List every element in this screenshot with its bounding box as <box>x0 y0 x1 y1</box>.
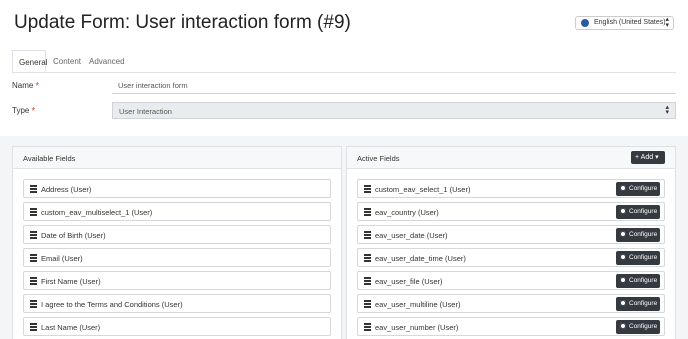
gear-icon <box>620 185 626 191</box>
active-fields-panel: Active Fields + Add ▾ custom_eav_select_… <box>346 146 676 339</box>
tab-advanced[interactable]: Advanced <box>89 50 125 72</box>
sort-caret-icon: ▴ ▾ <box>665 104 669 116</box>
list-item-label: custom_eav_select_1 (User) <box>375 185 471 194</box>
tab-content[interactable]: Content <box>53 50 81 72</box>
globe-icon <box>581 19 589 27</box>
name-label: Name * <box>12 81 40 92</box>
list-item[interactable]: Last Name (User) <box>23 317 331 336</box>
drag-handle-icon[interactable] <box>364 254 371 262</box>
list-item[interactable]: eav_user_multiline (User) Configure <box>357 294 665 313</box>
list-item[interactable]: custom_eav_select_1 (User) Configure <box>357 179 665 198</box>
list-item[interactable]: eav_user_file (User) Configure <box>357 271 665 290</box>
drag-handle-icon[interactable] <box>30 254 37 262</box>
drag-handle-icon[interactable] <box>30 185 37 193</box>
drag-handle-icon[interactable] <box>30 323 37 331</box>
list-item-label: I agree to the Terms and Conditions (Use… <box>41 300 183 309</box>
drag-handle-icon[interactable] <box>364 277 371 285</box>
panel-header: Active Fields + Add ▾ <box>347 147 675 169</box>
configure-button[interactable]: Configure <box>616 182 660 196</box>
tab-general[interactable]: General <box>12 50 47 72</box>
language-select-value: English (United States) <box>594 19 666 26</box>
type-select-value: User Interaction <box>119 107 172 116</box>
drag-handle-icon[interactable] <box>364 323 371 331</box>
form-card: General Content Advanced Name * User inte… <box>0 44 688 136</box>
list-item-label: Address (User) <box>41 185 92 194</box>
list-item[interactable]: eav_country (User) Configure <box>357 202 665 221</box>
configure-button[interactable]: Configure <box>616 274 660 288</box>
add-button-label: Add <box>640 154 654 161</box>
list-item-label: eav_user_date_time (User) <box>375 254 466 263</box>
list-item-label: custom_eav_multiselect_1 (User) <box>41 208 153 217</box>
add-field-button[interactable]: + Add ▾ <box>631 151 665 164</box>
name-input[interactable]: User interaction form <box>112 77 676 94</box>
chevron-down-icon: ▾ <box>655 154 659 161</box>
drag-handle-icon[interactable] <box>364 208 371 216</box>
list-item[interactable]: Address (User) <box>23 179 331 198</box>
drag-handle-icon[interactable] <box>30 208 37 216</box>
gear-icon <box>620 254 626 260</box>
list-item[interactable]: I agree to the Terms and Conditions (Use… <box>23 294 331 313</box>
list-item-label: Email (User) <box>41 254 83 263</box>
drag-handle-icon[interactable] <box>364 231 371 239</box>
gear-icon <box>620 323 626 329</box>
drag-handle-icon[interactable] <box>30 277 37 285</box>
tab-divider <box>12 72 676 73</box>
panel-title: Active Fields <box>357 154 400 163</box>
language-select[interactable]: English (United States) ▴ ▾ <box>575 16 674 30</box>
panel-title: Available Fields <box>23 154 76 163</box>
configure-button[interactable]: Configure <box>616 320 660 334</box>
list-item-label: eav_user_multiline (User) <box>375 300 461 309</box>
list-item[interactable]: Email (User) <box>23 248 331 267</box>
drag-handle-icon[interactable] <box>364 300 371 308</box>
list-item[interactable]: Date of Birth (User) <box>23 225 331 244</box>
list-item-label: Date of Birth (User) <box>41 231 106 240</box>
sort-caret-icon: ▴ ▾ <box>665 16 669 29</box>
list-item[interactable]: eav_user_date_time (User) Configure <box>357 248 665 267</box>
configure-button[interactable]: Configure <box>616 251 660 265</box>
required-asterisk: * <box>35 81 40 92</box>
panel-header: Available Fields <box>13 147 341 169</box>
list-item-label: eav_country (User) <box>375 208 439 217</box>
page-header: Update Form: User interaction form (#9) … <box>0 0 688 44</box>
type-select[interactable]: User Interaction ▴ ▾ <box>112 102 676 119</box>
page-title: Update Form: User interaction form (#9) <box>14 12 351 33</box>
plus-icon: + <box>635 154 640 161</box>
list-item[interactable]: First Name (User) <box>23 271 331 290</box>
drag-handle-icon[interactable] <box>30 231 37 239</box>
drag-handle-icon[interactable] <box>30 300 37 308</box>
drag-handle-icon[interactable] <box>364 185 371 193</box>
list-item-label: Last Name (User) <box>41 323 101 332</box>
list-item-label: eav_user_date (User) <box>375 231 448 240</box>
gear-icon <box>620 231 626 237</box>
list-item[interactable]: custom_eav_multiselect_1 (User) <box>23 202 331 221</box>
list-item[interactable]: eav_user_date (User) Configure <box>357 225 665 244</box>
configure-button[interactable]: Configure <box>616 297 660 311</box>
list-item-label: eav_user_number (User) <box>375 323 459 332</box>
configure-button[interactable]: Configure <box>616 205 660 219</box>
type-label: Type * <box>12 106 36 117</box>
configure-button[interactable]: Configure <box>616 228 660 242</box>
list-item-label: eav_user_file (User) <box>375 277 443 286</box>
gear-icon <box>620 208 626 214</box>
list-item[interactable]: eav_user_number (User) Configure <box>357 317 665 336</box>
gear-icon <box>620 300 626 306</box>
gear-icon <box>620 277 626 283</box>
list-item-label: First Name (User) <box>41 277 101 286</box>
available-fields-panel: Available Fields Address (User) custom_e… <box>12 146 342 339</box>
required-asterisk: * <box>31 106 36 117</box>
